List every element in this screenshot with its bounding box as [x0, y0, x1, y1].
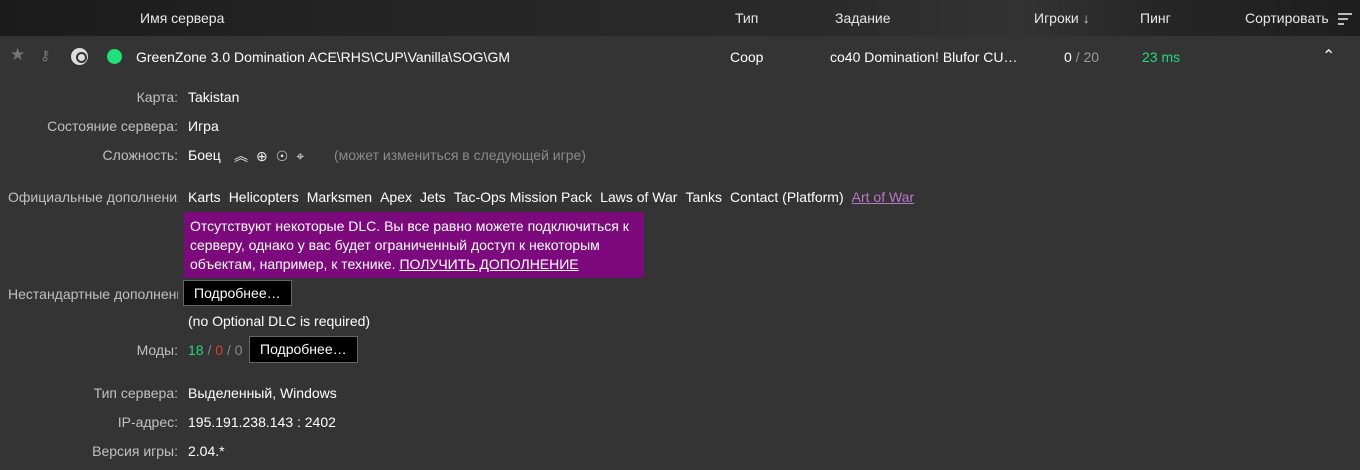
- server-state-value: Игра: [188, 118, 219, 134]
- mods-separator: /: [223, 342, 235, 358]
- official-dlc-label: Официальные дополнения:: [8, 189, 178, 205]
- dlc-item: Apex: [380, 189, 412, 205]
- optional-dlc-note: (no Optional DLC is required): [188, 313, 371, 329]
- mods-missing-count: 0: [215, 342, 224, 358]
- mods-label: Моды:: [136, 342, 178, 358]
- server-type-value: Выделенный, Windows: [188, 385, 337, 401]
- ip-value: 195.191.238.143 : 2402: [188, 414, 336, 430]
- server-row[interactable]: ★ ⚷ GreenZone 3.0 Domination ACE\RHS\CUP…: [0, 36, 1360, 76]
- map-label: Карта:: [136, 89, 178, 105]
- server-type: Coop: [730, 49, 764, 65]
- dlc-item: Marksmen: [306, 189, 373, 205]
- ip-label: IP-адрес:: [117, 414, 178, 430]
- sort-button[interactable]: Сортировать: [1245, 10, 1329, 26]
- difficulty-label: Сложность:: [102, 147, 178, 163]
- missing-dlc-link[interactable]: Art of War: [852, 189, 915, 205]
- difficulty-icons: ︽ ⊕ ☉ ⌖: [234, 146, 312, 166]
- server-mission: co40 Domination! Blufor CU…: [830, 49, 1018, 65]
- nonstandard-dlc-label: Нестандартные дополнения:: [8, 286, 178, 302]
- server-ping: 23 ms: [1142, 49, 1181, 65]
- server-type-label: Тип сервера:: [93, 385, 178, 401]
- column-header-ping[interactable]: Пинг: [1140, 10, 1171, 26]
- steam-icon: [71, 48, 88, 65]
- column-header-name[interactable]: Имя сервера: [140, 10, 224, 26]
- players-header-label: Игроки: [1034, 10, 1079, 26]
- players-current: 0: [1064, 49, 1072, 65]
- mouse-aim-icon: ⊕: [256, 148, 268, 164]
- server-status-icon: [107, 49, 122, 64]
- map-value: Takistan: [188, 89, 240, 105]
- mods-counts: 18 / 0 / 0: [188, 342, 243, 358]
- password-key-icon: ⚷: [40, 47, 51, 63]
- rank-chevrons-icon: ︽: [234, 148, 248, 164]
- server-players: 0 / 20: [1064, 49, 1099, 65]
- dlc-item: Helicopters: [228, 189, 299, 205]
- mods-separator: /: [203, 342, 216, 358]
- dlc-item: Tanks: [685, 189, 723, 205]
- mods-more-button[interactable]: Подробнее…: [249, 336, 358, 363]
- chevron-up-icon[interactable]: ⌃: [1322, 46, 1335, 66]
- column-header-players[interactable]: Игроки ↓: [1034, 10, 1090, 26]
- favorite-star-icon[interactable]: ★: [10, 45, 25, 65]
- sort-lines-icon[interactable]: [1338, 13, 1352, 28]
- players-max: 20: [1083, 49, 1100, 65]
- difficulty-note: (может измениться в следующей игре): [334, 147, 586, 163]
- server-list-header: Имя сервера Тип Задание Игроки ↓ Пинг Сор…: [0, 0, 1360, 36]
- mods-ok-count: 18: [188, 342, 204, 358]
- column-header-type[interactable]: Тип: [735, 10, 758, 26]
- difficulty-value: Боец: [188, 147, 221, 163]
- version-value: 2.04.*: [188, 443, 225, 459]
- players-separator: /: [1071, 49, 1084, 65]
- dlc-item: Tac-Ops Mission Pack: [453, 189, 593, 205]
- dlc-item: Laws of War: [600, 189, 678, 205]
- third-person-icon: ☉: [275, 148, 289, 164]
- dlc-item: Karts: [188, 189, 221, 205]
- server-name: GreenZone 3.0 Domination ACE\RHS\CUP\Van…: [136, 49, 511, 65]
- crosshair-icon: ⌖: [296, 148, 305, 164]
- missing-dlc-warning: Отсутствуют некоторые DLC. Вы все равно …: [184, 212, 644, 278]
- dlc-item: Jets: [420, 189, 446, 205]
- column-header-mission[interactable]: Задание: [835, 10, 891, 26]
- dlc-item: Contact (Platform): [730, 189, 844, 205]
- get-dlc-link[interactable]: ПОЛУЧИТЬ ДОПОЛНЕНИЕ: [399, 256, 578, 272]
- server-state-label: Состояние сервера:: [47, 118, 178, 134]
- sort-descending-icon: ↓: [1082, 10, 1090, 26]
- version-label: Версия игры:: [92, 443, 178, 459]
- nonstandard-dlc-more-button[interactable]: Подробнее…: [183, 280, 292, 306]
- official-dlc-list: Karts Helicopters Marksmen Apex Jets Tac-Ops …: [188, 189, 922, 205]
- mods-other-count: 0: [234, 342, 243, 358]
